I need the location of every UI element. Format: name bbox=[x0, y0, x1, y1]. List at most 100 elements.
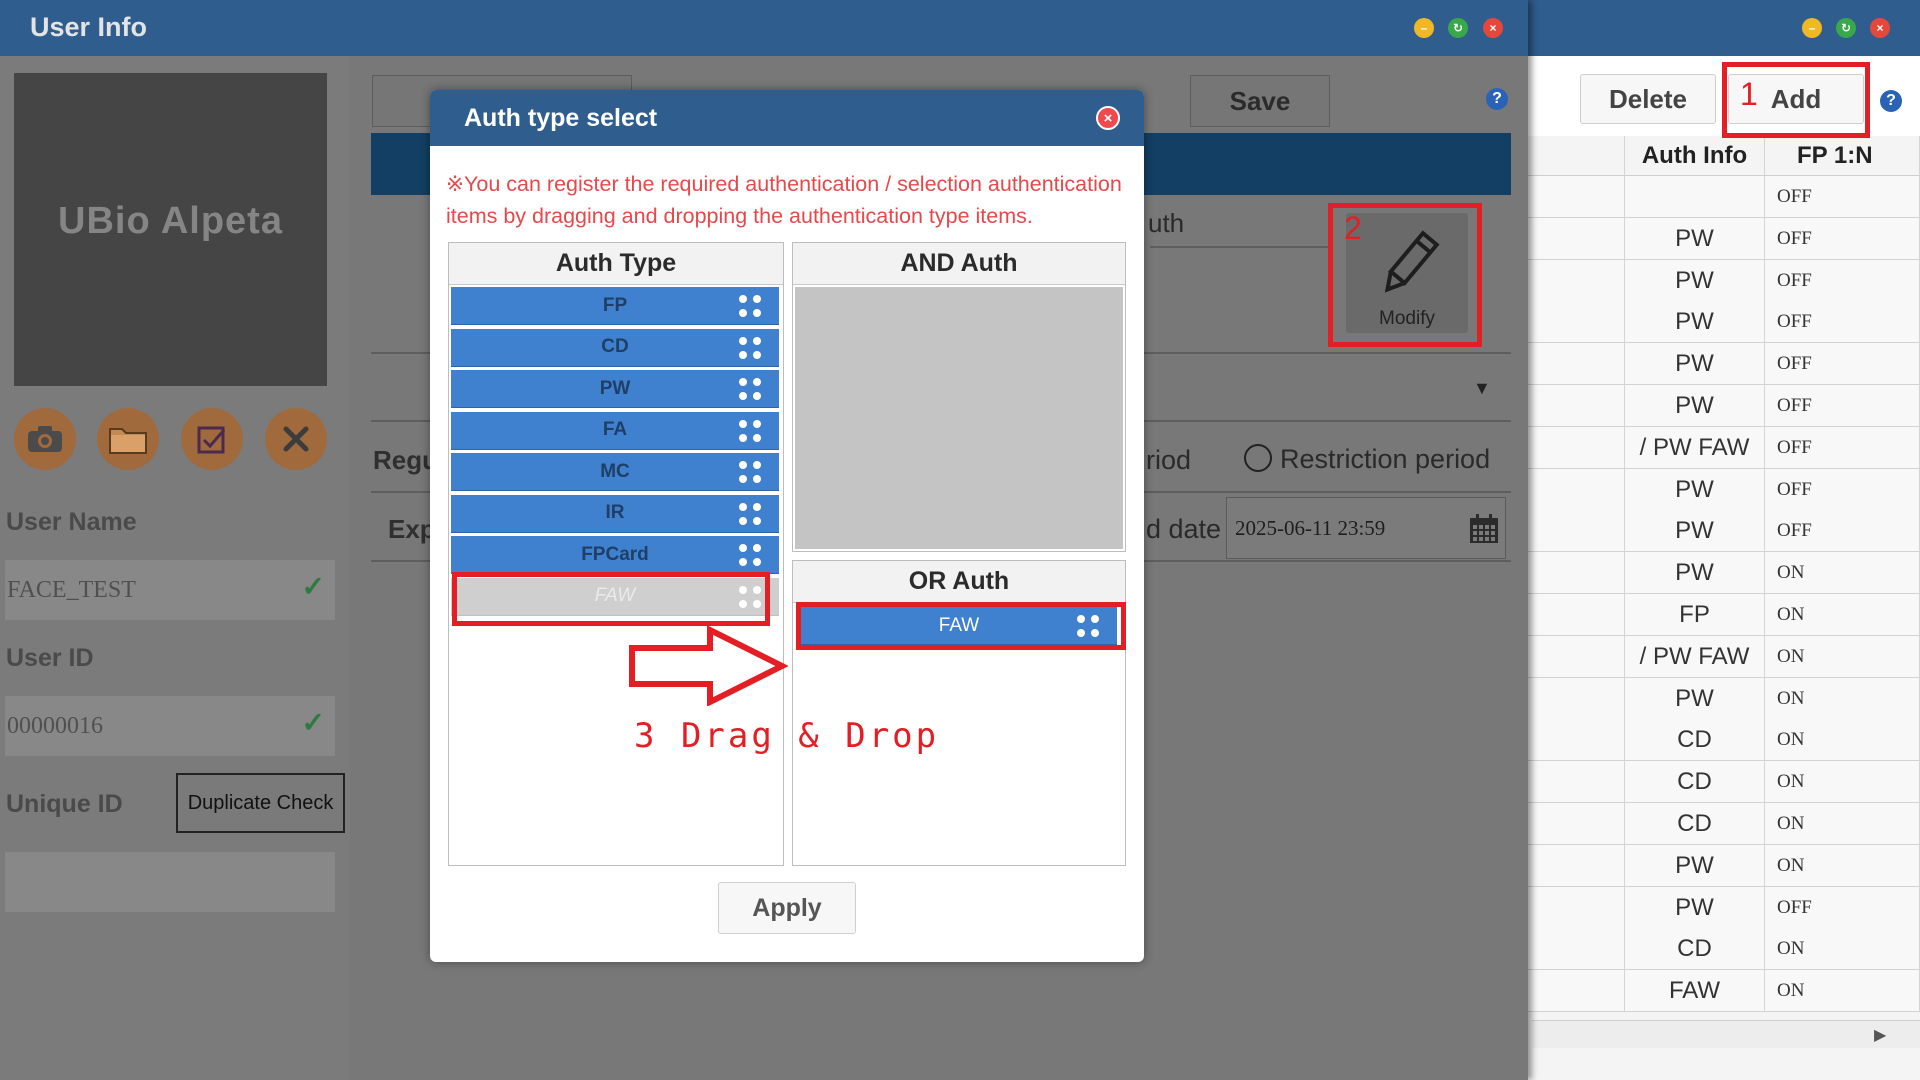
folder-button[interactable] bbox=[97, 408, 159, 470]
camera-button[interactable] bbox=[14, 408, 76, 470]
help-icon[interactable]: ? bbox=[1486, 88, 1508, 110]
auth-info-cell: PW bbox=[1625, 259, 1765, 302]
close-icon bbox=[283, 426, 309, 452]
drag-handle-icon[interactable] bbox=[739, 461, 761, 483]
drag-handle-dot bbox=[739, 516, 747, 525]
delete-button[interactable]: Delete bbox=[1580, 74, 1716, 124]
close-icon[interactable]: × bbox=[1870, 18, 1890, 38]
auth-type-header: Auth Type bbox=[449, 243, 783, 285]
end-date-label: d date bbox=[1146, 514, 1222, 544]
drag-handle-icon[interactable] bbox=[739, 544, 761, 566]
drag-handle-dot bbox=[739, 378, 747, 386]
restore-icon[interactable]: ↻ bbox=[1448, 18, 1468, 38]
auth-type-item[interactable]: IR bbox=[451, 494, 779, 533]
fp-cell: ON bbox=[1765, 719, 1920, 762]
confirm-button[interactable] bbox=[181, 408, 243, 470]
column-header-fp[interactable]: FP 1:N bbox=[1765, 136, 1920, 176]
end-date-input[interactable]: 2025-06-11 23:59 bbox=[1226, 497, 1506, 559]
restriction-period-label: Restriction period bbox=[1280, 444, 1491, 474]
drag-handle-dot bbox=[739, 544, 747, 552]
auth-type-item[interactable]: CD bbox=[451, 328, 779, 367]
dialog-title: Auth type select bbox=[464, 104, 658, 132]
drag-handle-icon[interactable] bbox=[739, 502, 761, 525]
auth-info-cell: FAW bbox=[1625, 970, 1765, 1013]
drag-handle-dot bbox=[739, 336, 747, 345]
annotation-box-target bbox=[796, 602, 1126, 650]
auth-type-label: MC bbox=[600, 460, 630, 482]
apply-button[interactable]: Apply bbox=[718, 882, 856, 934]
fp-cell: OFF bbox=[1765, 259, 1920, 302]
drag-handle-dot bbox=[739, 309, 747, 317]
folder-icon bbox=[109, 428, 147, 454]
fp-cell: OFF bbox=[1765, 426, 1920, 469]
auth-info-cell: PW bbox=[1625, 217, 1765, 260]
fp-cell: ON bbox=[1765, 594, 1920, 636]
auth-type-item[interactable]: MC bbox=[451, 453, 779, 491]
auth-type-label: FP bbox=[602, 294, 628, 316]
unique-id-field[interactable] bbox=[5, 852, 335, 912]
brand-logo: UBio Alpeta bbox=[58, 200, 283, 242]
drag-handle-dot bbox=[739, 433, 747, 442]
drag-handle-dot bbox=[753, 502, 761, 511]
chevron-down-icon[interactable]: ▼ bbox=[1473, 378, 1491, 399]
and-auth-drop-zone[interactable] bbox=[795, 287, 1123, 549]
calendar-icon[interactable] bbox=[1468, 513, 1500, 545]
auth-info-cell: PW bbox=[1625, 468, 1765, 511]
fp-cell: OFF bbox=[1765, 301, 1920, 344]
user-name-field[interactable]: FACE_TEST ✓ bbox=[5, 560, 335, 620]
drag-handle-dot bbox=[753, 309, 761, 317]
fp-cell: ON bbox=[1765, 677, 1920, 720]
drag-handle-dot bbox=[739, 350, 747, 359]
drag-handle-dot bbox=[753, 461, 761, 469]
user-id-label: User ID bbox=[6, 644, 94, 672]
and-auth-list: AND Auth bbox=[792, 242, 1126, 552]
close-icon[interactable]: × bbox=[1483, 18, 1503, 38]
annotation-step-2: 2 bbox=[1344, 210, 1362, 246]
close-icon[interactable]: × bbox=[1096, 106, 1120, 130]
fp-cell: ON bbox=[1765, 635, 1920, 678]
auth-type-item[interactable]: PW bbox=[451, 370, 779, 408]
duplicate-check-button[interactable]: Duplicate Check bbox=[176, 773, 345, 833]
auth-info-cell: PW bbox=[1625, 343, 1765, 386]
column-header-auth-info[interactable]: Auth Info bbox=[1625, 136, 1765, 176]
drag-handle-icon[interactable] bbox=[739, 419, 761, 442]
restore-icon[interactable]: ↻ bbox=[1836, 18, 1856, 38]
drag-handle-dot bbox=[739, 475, 747, 483]
user-id-field[interactable]: 00000016 ✓ bbox=[5, 696, 335, 756]
auth-info-cell: CD bbox=[1625, 928, 1765, 971]
auth-type-list: Auth Type FP CD PW FA MC IR FPCard FAW bbox=[448, 242, 784, 866]
auth-info-cell: CD bbox=[1625, 761, 1765, 804]
help-icon[interactable]: ? bbox=[1880, 90, 1902, 112]
auth-info-cell: PW bbox=[1625, 677, 1765, 720]
user-info-titlebar: User Info – ↻ × bbox=[0, 0, 1528, 56]
auth-info-cell bbox=[1625, 176, 1765, 218]
auth-info-cell: PW bbox=[1625, 510, 1765, 553]
scroll-right-icon[interactable]: ▶ bbox=[1874, 1025, 1886, 1045]
drag-handle-dot bbox=[753, 378, 761, 386]
remove-photo-button[interactable] bbox=[265, 408, 327, 470]
user-name-value: FACE_TEST bbox=[7, 576, 136, 603]
fp-cell: OFF bbox=[1765, 886, 1920, 929]
drag-handle-icon[interactable] bbox=[739, 378, 761, 400]
auth-type-item[interactable]: FPCard bbox=[451, 536, 779, 574]
minimize-icon[interactable]: – bbox=[1414, 18, 1434, 38]
save-button[interactable]: Save bbox=[1190, 75, 1330, 127]
auth-info-cell: / PW FAW bbox=[1625, 635, 1765, 678]
auth-type-label: FA bbox=[602, 419, 628, 440]
restriction-period-radio[interactable] bbox=[1244, 444, 1272, 472]
auth-type-item[interactable]: FP bbox=[451, 287, 779, 325]
window-title: User Info bbox=[30, 12, 148, 42]
dialog-notice: ※You can register the required authentic… bbox=[446, 172, 1122, 228]
drag-handle-icon[interactable] bbox=[739, 295, 761, 317]
auth-info-cell: PW bbox=[1625, 844, 1765, 887]
fp-cell: ON bbox=[1765, 928, 1920, 971]
minimize-icon[interactable]: – bbox=[1802, 18, 1822, 38]
horizontal-scrollbar[interactable] bbox=[1532, 1020, 1920, 1048]
drag-handle-dot bbox=[753, 336, 761, 345]
or-auth-header: OR Auth bbox=[793, 561, 1125, 603]
auth-type-item[interactable]: FA bbox=[451, 411, 779, 450]
auth-info-cell: CD bbox=[1625, 803, 1765, 845]
auth-type-dialog: Auth type select × ※You can register the… bbox=[430, 90, 1144, 962]
drag-handle-icon[interactable] bbox=[739, 336, 761, 359]
auth-info-cell: PW bbox=[1625, 385, 1765, 427]
